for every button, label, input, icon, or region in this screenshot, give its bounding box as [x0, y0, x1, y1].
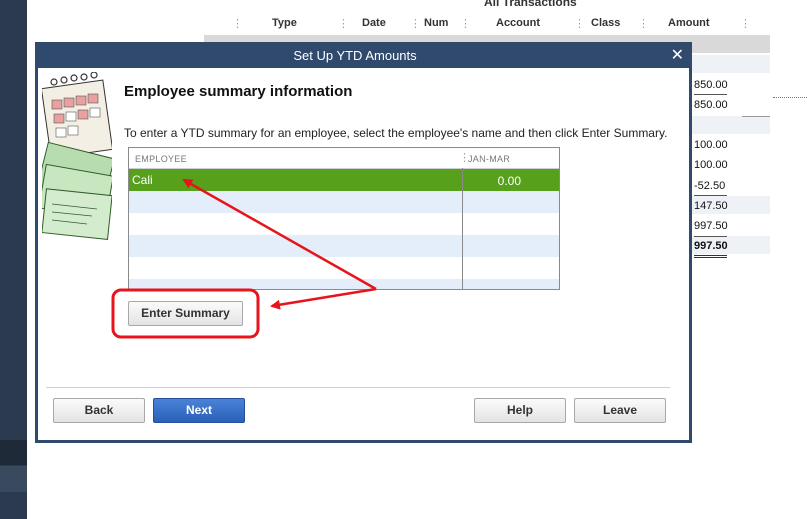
- help-button[interactable]: Help: [474, 398, 566, 423]
- employee-name: Cali: [132, 173, 153, 187]
- table-row[interactable]: [129, 257, 559, 279]
- employee-summary-grid: EMPLOYEE ⋮ JAN-MAR Cali 0.00: [128, 147, 560, 290]
- col-header-date[interactable]: Date: [362, 17, 386, 29]
- report-amount: 100.00: [694, 139, 728, 151]
- col-header-account[interactable]: Account: [496, 17, 540, 29]
- dialog-content: Employee summary information To enter a …: [38, 68, 689, 440]
- calendar-money-illustration-icon: [42, 72, 112, 240]
- back-button[interactable]: Back: [53, 398, 145, 423]
- col-header-class[interactable]: Class: [591, 17, 620, 29]
- total-underline: [694, 255, 727, 258]
- amount-underline: [694, 236, 727, 237]
- table-row[interactable]: [129, 235, 559, 257]
- col-separator: ⋮: [638, 18, 649, 30]
- report-amount: 850.00: [694, 99, 728, 111]
- amount-underline: [694, 195, 727, 196]
- app-left-sidebar: [0, 0, 27, 519]
- report-amount: 147.50: [694, 200, 728, 212]
- table-row[interactable]: [129, 213, 559, 235]
- report-amount: 997.50: [694, 220, 728, 232]
- column-divider: [462, 168, 463, 289]
- report-amount: 100.00: [694, 159, 728, 171]
- report-column-headers: ⋮ Type ⋮ Date ⋮ Num ⋮ Account ⋮ Class ⋮ …: [204, 14, 770, 34]
- dialog-titlebar[interactable]: Set Up YTD Amounts ✕: [35, 42, 692, 68]
- report-rule: [742, 116, 770, 117]
- col-header-type[interactable]: Type: [272, 17, 297, 29]
- dialog-title: Set Up YTD Amounts: [293, 48, 417, 63]
- col-separator: ⋮: [232, 18, 243, 30]
- amount-underline: [694, 94, 727, 95]
- dotted-leader: [773, 97, 807, 98]
- page-heading: Employee summary information: [124, 83, 353, 100]
- setup-ytd-dialog: Set Up YTD Amounts ✕ Employee summary in…: [35, 42, 692, 443]
- table-row[interactable]: [129, 279, 559, 289]
- report-total: 997.50: [694, 240, 728, 252]
- col-separator: ⋮: [338, 18, 349, 30]
- leave-button[interactable]: Leave: [574, 398, 666, 423]
- footer-divider: [46, 387, 670, 388]
- col-header-num[interactable]: Num: [424, 17, 448, 29]
- sidebar-band: [0, 466, 27, 492]
- grid-header: EMPLOYEE ⋮ JAN-MAR: [129, 148, 559, 169]
- grid-header-jan-mar[interactable]: JAN-MAR: [468, 154, 510, 164]
- col-separator: ⋮: [574, 18, 585, 30]
- instruction-text: To enter a YTD summary for an employee, …: [124, 126, 668, 140]
- col-separator: ⋮: [740, 18, 751, 30]
- enter-summary-button[interactable]: Enter Summary: [128, 301, 243, 326]
- next-button[interactable]: Next: [153, 398, 245, 423]
- report-amount: 850.00: [694, 79, 728, 91]
- close-icon[interactable]: ✕: [671, 45, 684, 65]
- report-title: All Transactions: [484, 0, 577, 9]
- col-separator: ⋮: [410, 18, 421, 30]
- report-amount: -52.50: [694, 180, 726, 192]
- employee-amount: 0.00: [497, 174, 521, 188]
- sidebar-band: [0, 440, 27, 465]
- table-row[interactable]: [129, 191, 559, 213]
- col-header-amount[interactable]: Amount: [668, 17, 710, 29]
- table-row[interactable]: Cali 0.00: [129, 169, 559, 191]
- col-separator: ⋮: [460, 18, 471, 30]
- grid-header-employee[interactable]: EMPLOYEE: [135, 154, 187, 164]
